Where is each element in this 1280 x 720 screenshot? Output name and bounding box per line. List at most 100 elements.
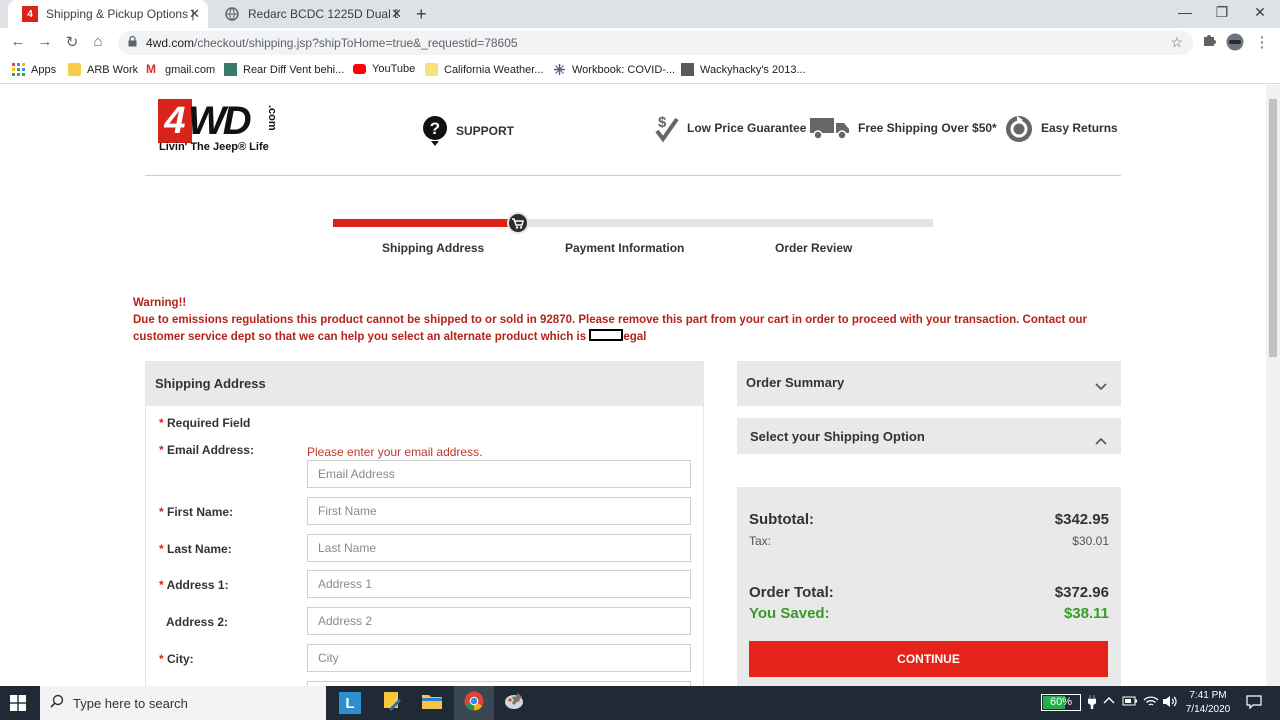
tax-row: Tax: $30.01 [749,534,1109,548]
power-plug-icon [1087,695,1097,712]
bookmark-arb-work[interactable]: ARB Work [68,63,138,76]
taskbar-app-notes[interactable] [372,686,412,720]
address-1-label: * Address 1: [159,578,229,592]
bookmark-label: California Weather... [444,63,544,76]
bookmark-label: ARB Work [87,63,139,76]
field-label-text: Last Name: [167,542,232,556]
home-icon[interactable]: ⌂ [88,33,108,50]
window-close-icon[interactable]: ✕ [1245,4,1275,21]
extensions-puzzle-icon[interactable] [1199,33,1219,51]
volume-icon[interactable] [1162,695,1178,711]
taskbar-search-box[interactable]: Type here to search [40,686,326,720]
address-bar[interactable]: 4wd.com/checkout/shipping.jsp?shipToHome… [118,31,1193,55]
battery-tray-icon[interactable] [1122,695,1138,710]
shipping-option-accordion[interactable]: Select your Shipping Option [737,418,1121,454]
apps-grid-icon [12,63,25,76]
order-summary-title: Order Summary [746,375,845,390]
last-name-label: * Last Name: [159,542,232,556]
email-input[interactable] [307,460,691,488]
taskbar-app-l[interactable]: L [330,686,370,720]
profile-avatar-icon[interactable] [1225,33,1245,55]
wifi-icon[interactable] [1143,695,1159,711]
youtube-icon [353,64,366,74]
you-saved-row: You Saved: $38.11 [749,605,1109,622]
folder-icon [422,693,442,714]
logo-tagline: Livin' The Jeep® Life [159,141,269,153]
question-bubble-icon: ? [422,115,448,147]
field-label-text: Email Address: [167,443,254,457]
globe-icon [224,6,240,22]
continue-button[interactable]: CONTINUE [749,641,1108,677]
bookmark-rear-diff[interactable]: Rear Diff Vent behi... [224,63,344,76]
bookmark-youtube[interactable]: YouTube [353,63,415,75]
bookmark-label: Workbook: COVID-... [572,63,676,76]
order-totals-panel: Subtotal: $342.95 Tax: $30.01 Order Tota… [737,487,1121,686]
back-arrow-icon[interactable]: ← [8,33,28,50]
city-input[interactable] [307,644,691,672]
new-tab-plus-icon[interactable]: + [416,4,427,25]
battery-indicator[interactable]: 60% [1041,694,1081,711]
forward-arrow-icon[interactable]: → [35,33,55,50]
bookmark-star-icon[interactable]: ☆ [1170,34,1183,51]
bookmark-wackyhacky[interactable]: Wackyhacky's 2013... [681,63,806,76]
subtotal-label: Subtotal: [749,511,814,528]
warning-message-tail: egal [623,331,647,343]
bookmark-california-weather[interactable]: California Weather... [425,63,543,76]
page-scrollbar[interactable] [1266,85,1280,686]
tax-label: Tax: [749,534,772,548]
notifications-icon[interactable] [1246,694,1262,713]
required-field-note: * Required Field [159,416,251,430]
first-name-label: * First Name: [159,505,234,519]
tab-title: Shipping & Pickup Options | 4W [46,7,196,21]
order-summary-accordion[interactable]: Order Summary [737,361,1121,406]
close-tab-icon[interactable]: ✕ [189,6,200,22]
bookmark-apps[interactable]: Apps [12,63,56,76]
warning-title: Warning!! [133,297,187,309]
minimize-icon[interactable]: — [1170,4,1200,20]
site-thumbnail-icon [224,63,237,76]
low-price-guarantee[interactable]: $ Low Price Guarantee [655,113,806,143]
close-tab-icon[interactable]: ✕ [391,6,402,22]
taskbar-paint-app[interactable] [494,686,534,720]
folder-icon [425,63,438,76]
bookmark-label: Apps [31,63,57,76]
taskbar-file-explorer[interactable] [412,686,452,720]
required-note-text: Required Field [167,416,251,430]
system-clock[interactable]: 7:41 PM 7/14/2020 [1178,689,1238,717]
bookmark-gmail[interactable]: M gmail.com [146,63,215,76]
field-label-text: Address 1: [166,578,229,592]
url-host: 4wd.com [146,36,195,50]
easy-returns[interactable]: Easy Returns [1005,113,1118,143]
tab-redarc[interactable]: Redarc BCDC 1225D Dual Battery ✕ [210,0,410,28]
bookmark-workbook-covid[interactable]: Workbook: COVID-... [553,63,675,76]
order-total-value: $372.96 [1054,584,1109,601]
checkout-page: 4 WD .com Livin' The Jeep® Life ? SUPPOR… [0,85,1266,686]
taskbar-chrome[interactable] [454,686,494,720]
price-check-icon: $ [655,113,679,143]
free-shipping[interactable]: Free Shipping Over $50* [810,116,997,140]
feature-label: Free Shipping Over $50* [858,121,997,135]
scrollbar-thumb[interactable] [1269,99,1277,357]
reload-icon[interactable]: ↻ [62,33,82,51]
last-name-input[interactable] [307,534,691,562]
return-arrow-icon [1005,113,1033,143]
you-saved-label: You Saved: [749,605,830,622]
restore-icon[interactable]: ❐ [1207,4,1237,21]
address-2-input[interactable] [307,607,691,635]
bookmark-label: Wackyhacky's 2013... [700,63,806,76]
site-thumbnail-icon [681,63,694,76]
tray-chevron-up-icon[interactable] [1103,695,1115,710]
chevron-down-icon [1095,378,1107,396]
menu-dots-icon[interactable]: ⋮ [1252,33,1272,51]
order-total-row: Order Total: $372.96 [749,584,1109,601]
address-1-input[interactable] [307,570,691,598]
paint-palette-icon [504,691,524,716]
windows-start-icon[interactable] [10,695,26,711]
tab-shipping[interactable]: 4 Shipping & Pickup Options | 4W ✕ [8,0,208,28]
svg-text:?: ? [430,119,440,138]
first-name-input[interactable] [307,497,691,525]
4wd-logo[interactable]: 4 WD .com Livin' The Jeep® Life [158,99,292,157]
support-link[interactable]: ? SUPPORT [422,115,514,147]
lock-icon [128,35,137,50]
search-icon [50,694,64,711]
